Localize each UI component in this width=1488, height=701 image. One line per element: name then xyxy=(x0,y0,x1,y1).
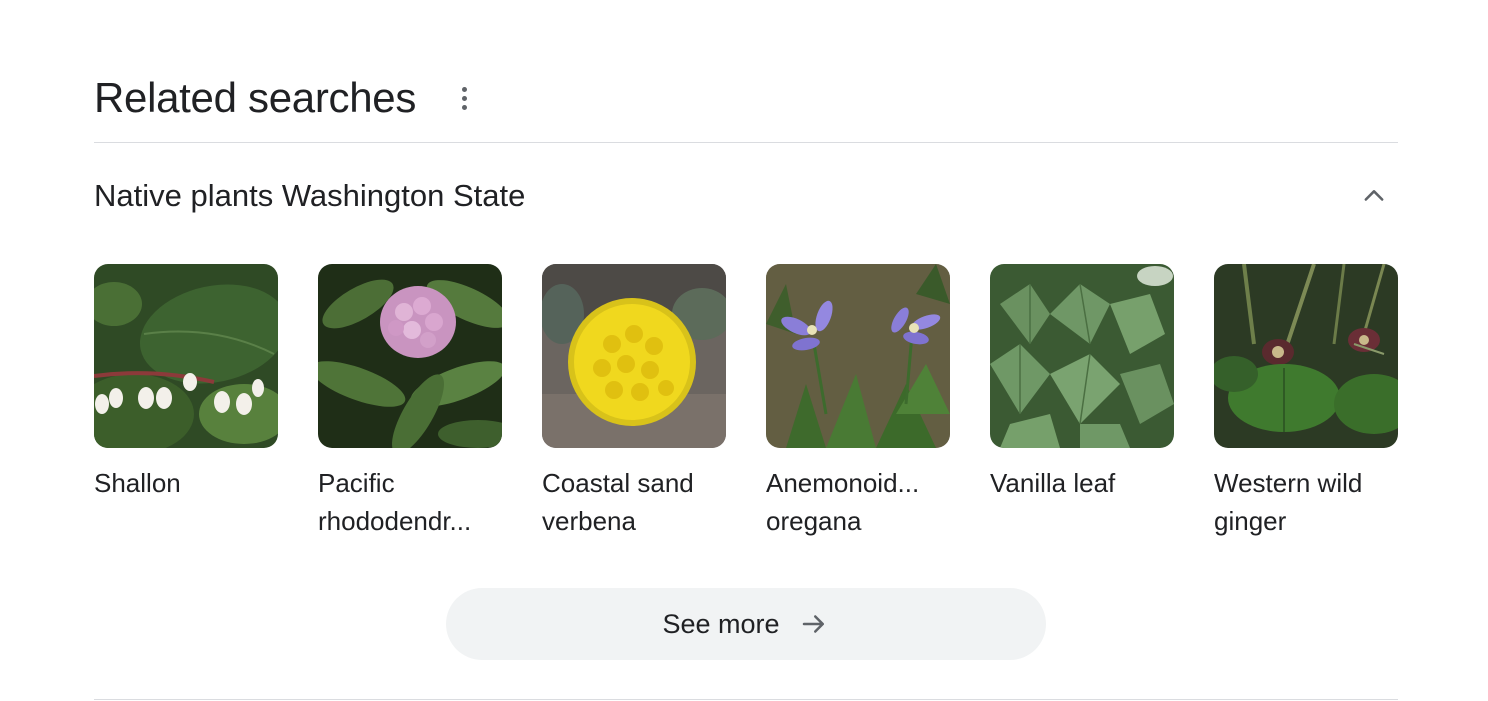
related-card-shallon[interactable]: Shallon xyxy=(94,264,278,540)
card-label[interactable]: Anemonoid... oregana xyxy=(766,464,950,540)
card-label[interactable]: Shallon xyxy=(94,464,278,502)
divider xyxy=(94,699,1398,700)
group-title: Native plants Washington State xyxy=(94,178,526,213)
plant-thumbnail[interactable] xyxy=(1214,264,1398,448)
plant-thumbnail[interactable] xyxy=(318,264,502,448)
related-searches-section: Related searches Native plants Washingto… xyxy=(0,0,1488,701)
plant-thumbnail[interactable] xyxy=(94,264,278,448)
section-header: Related searches xyxy=(94,70,476,126)
chevron-up-icon[interactable] xyxy=(1354,176,1394,216)
card-label[interactable]: Coastal sand verbena xyxy=(542,464,726,540)
related-card-western-wild-ginger[interactable]: Western wild ginger xyxy=(1214,264,1398,540)
arrow-right-icon xyxy=(798,608,830,640)
plant-thumbnail[interactable] xyxy=(766,264,950,448)
related-card-coastal-sand-verbena[interactable]: Coastal sand verbena xyxy=(542,264,726,540)
group-toggle[interactable]: Native plants Washington State xyxy=(94,172,1398,220)
see-more-button[interactable]: See more xyxy=(446,588,1046,660)
card-label[interactable]: Vanilla leaf xyxy=(990,464,1174,502)
related-card-pacific-rhododendron[interactable]: Pacific rhododendr... xyxy=(318,264,502,540)
section-title: Related searches xyxy=(94,74,417,121)
see-more-label: See more xyxy=(662,608,780,639)
related-card-anemone-oregana[interactable]: Anemonoid... oregana xyxy=(766,264,950,540)
plant-thumbnail[interactable] xyxy=(542,264,726,448)
more-vert-icon[interactable] xyxy=(452,78,476,118)
related-cards: Shallon Pacific rhododendr... Coastal sa… xyxy=(94,264,1398,540)
plant-thumbnail[interactable] xyxy=(990,264,1174,448)
card-label[interactable]: Pacific rhododendr... xyxy=(318,464,502,540)
divider xyxy=(94,142,1398,143)
related-card-vanilla-leaf[interactable]: Vanilla leaf xyxy=(990,264,1174,540)
card-label[interactable]: Western wild ginger xyxy=(1214,464,1398,540)
